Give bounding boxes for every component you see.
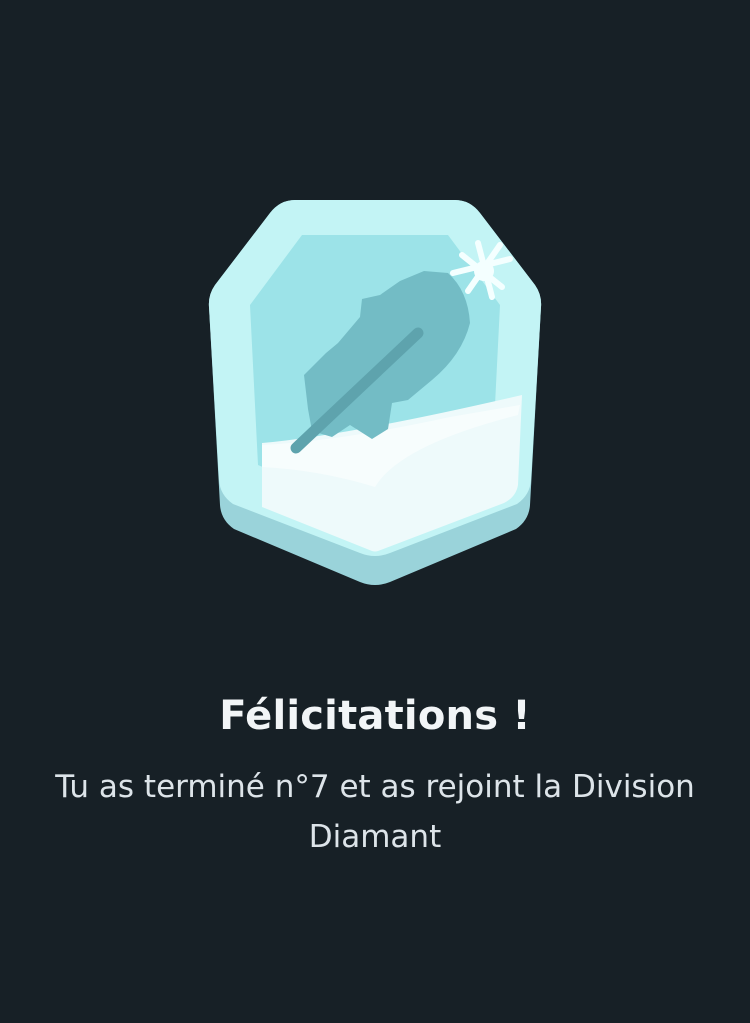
congratulations-title: Félicitations !: [219, 693, 531, 739]
league-promotion-screen: Félicitations ! Tu as terminé n°7 et as …: [0, 0, 750, 1023]
promotion-message: Tu as terminé n°7 et as rejoint la Divis…: [55, 769, 695, 855]
diamond-badge-icon: [208, 200, 542, 585]
diamond-division-badge: [200, 195, 550, 595]
